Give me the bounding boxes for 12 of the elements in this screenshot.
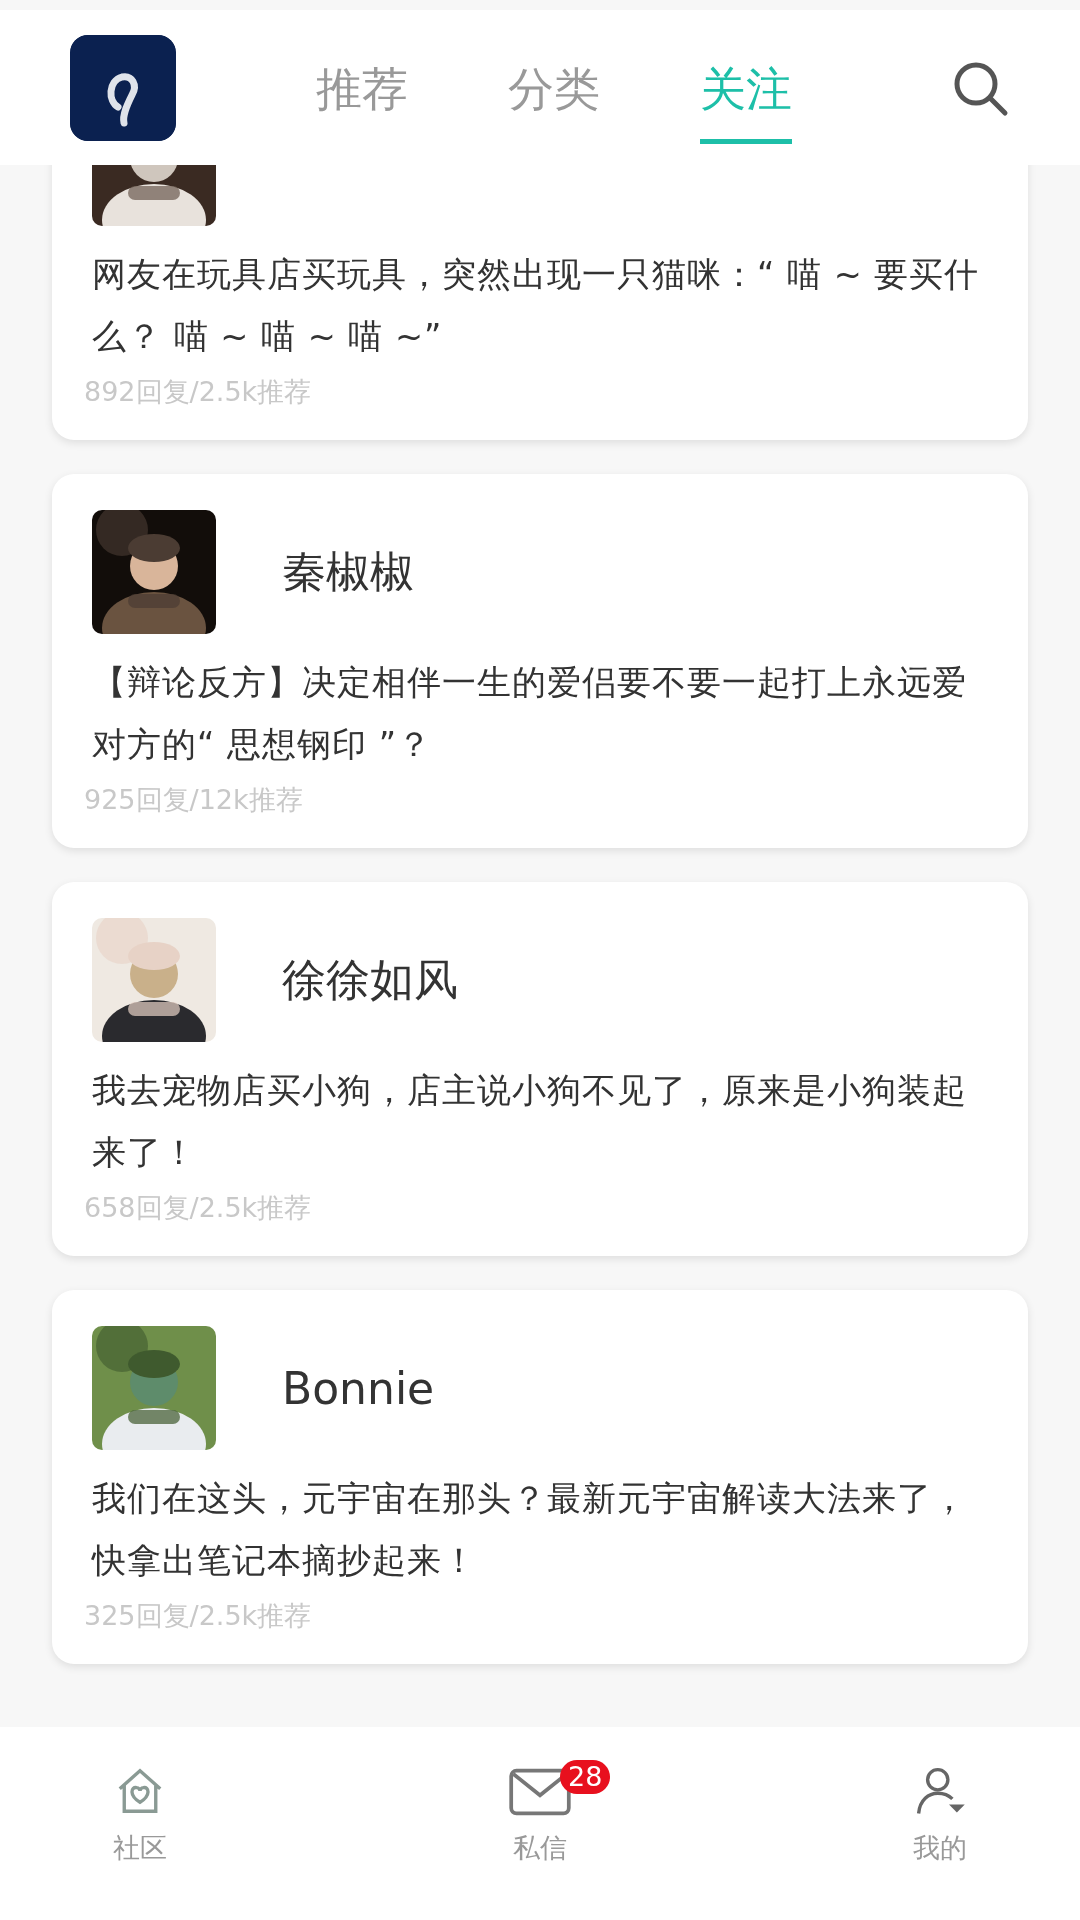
post-text: 我们在这头，元宇宙在那头？最新元宇宙解读大法来了，快拿出笔记本摘抄起来！ (92, 1478, 968, 1582)
post-text: 【辩论反方】决定相伴一生的爱侣要不要一起打上永远爱对方的“ 思想钢印 ”？ (92, 662, 968, 766)
user-name: 秦椒椒 (282, 544, 414, 599)
unread-badge: 28 (560, 1759, 611, 1794)
post-text: 我去宠物店买小狗，店主说小狗不见了，原来是小狗装起来了！ (92, 1070, 968, 1174)
post-text: 网友在玩具店买玩具，突然出现一只猫咪：“ 喵 ~ 要买什么？ 喵 ~ 喵 ~ 喵 ~” (92, 254, 981, 358)
user-name: 徐徐如风 (282, 952, 458, 1007)
user-name: Bonnie (282, 1362, 435, 1414)
tab[interactable]: 推荐 (316, 49, 408, 144)
nav-item[interactable]: 我的 (875, 1760, 1005, 1867)
nav-item[interactable]: 社区 (75, 1760, 205, 1867)
tab[interactable]: 分类 (508, 49, 600, 144)
